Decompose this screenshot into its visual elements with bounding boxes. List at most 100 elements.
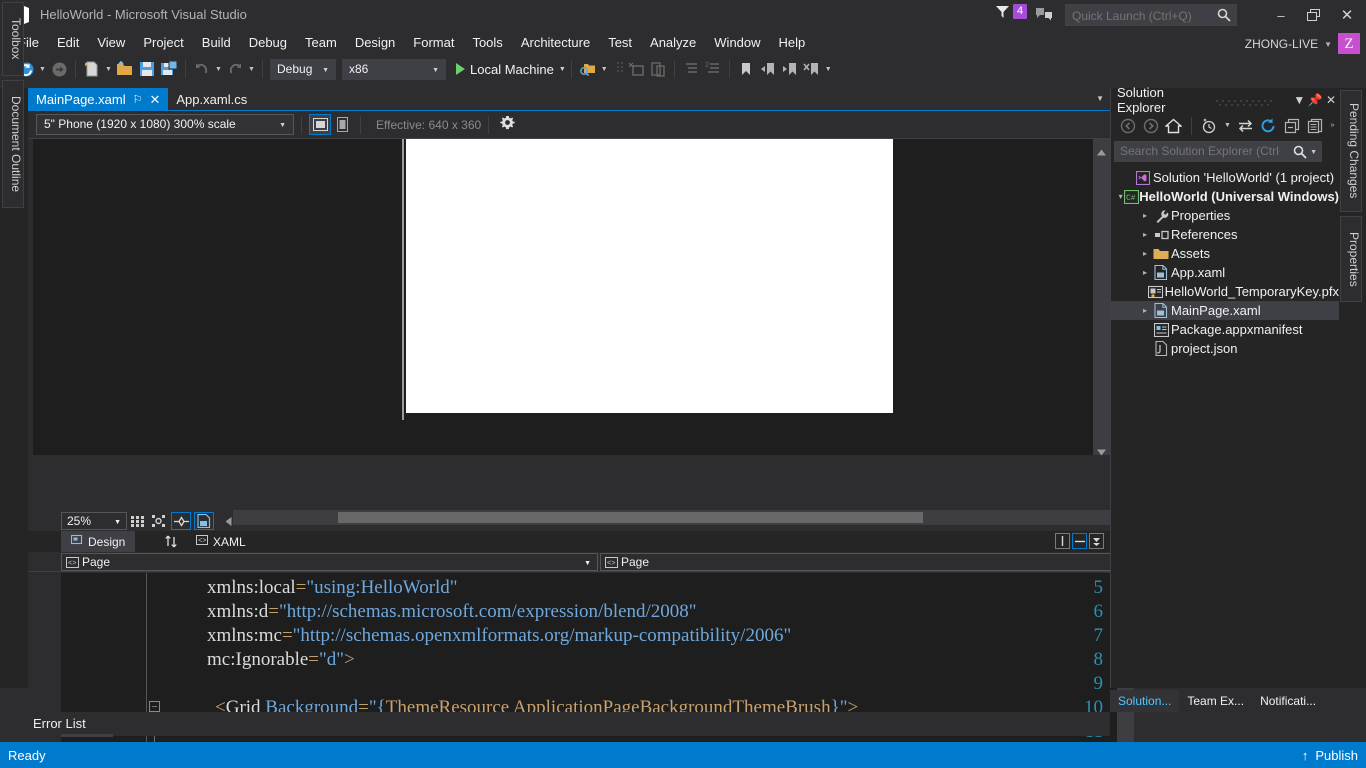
tree-item[interactable]: HelloWorld_TemporaryKey.pfx: [1111, 282, 1339, 301]
toggle-bookmark-button[interactable]: [735, 58, 757, 80]
tree-item[interactable]: project.json: [1111, 339, 1339, 358]
expander-icon[interactable]: ▸: [1139, 230, 1151, 239]
snap-to-snaplines-button[interactable]: [171, 512, 191, 530]
collapse-all-button[interactable]: [1281, 115, 1302, 136]
menu-item-project[interactable]: Project: [134, 32, 192, 53]
start-debugging-button[interactable]: Local Machine ▼: [456, 62, 566, 77]
tree-item[interactable]: ▾ C# HelloWorld (Universal Windows): [1111, 187, 1339, 206]
menu-item-architecture[interactable]: Architecture: [512, 32, 599, 53]
designer-hscroll-thumb[interactable]: [338, 512, 923, 523]
menu-item-help[interactable]: Help: [770, 32, 815, 53]
sidebar-item-toolbox[interactable]: Toolbox: [2, 2, 24, 76]
tree-item[interactable]: Package.appxmanifest: [1111, 320, 1339, 339]
pin-icon[interactable]: ⚐: [133, 93, 143, 106]
minimize-button[interactable]: –: [1268, 4, 1294, 26]
orientation-portrait-button[interactable]: [331, 114, 353, 135]
tab-team-explorer[interactable]: Team Ex...: [1179, 690, 1252, 712]
code-line[interactable]: mc:Ignorable="d">: [207, 649, 355, 671]
code-line[interactable]: xmlns:d="http://schemas.microsoft.com/ex…: [207, 601, 697, 623]
find-in-files-button[interactable]: [577, 58, 599, 80]
tree-item[interactable]: ▸ Properties: [1111, 206, 1339, 225]
close-icon[interactable]: ✕: [1323, 91, 1339, 109]
maximize-button[interactable]: [1300, 4, 1326, 26]
previous-bookmark-button[interactable]: [757, 58, 779, 80]
find-dropdown[interactable]: ▼: [599, 58, 610, 80]
solution-tree[interactable]: Solution 'HelloWorld' (1 project) ▾ C# Hell…: [1111, 168, 1339, 658]
se-toolbar-overflow[interactable]: »: [1327, 115, 1338, 137]
sidebar-item-properties[interactable]: Properties: [1340, 216, 1362, 302]
quick-launch-input[interactable]: [1072, 7, 1207, 24]
clear-bookmarks-button[interactable]: [801, 58, 823, 80]
sidebar-item-pending-changes[interactable]: Pending Changes: [1340, 90, 1362, 212]
search-input[interactable]: [1120, 144, 1280, 158]
refresh-icon[interactable]: [1258, 115, 1279, 136]
xaml-code-editor[interactable]: 5 xmlns:local="using:HelloWorld" 6 xmlns:d=…: [61, 573, 1117, 768]
designer-scroll-down-arrow[interactable]: [1096, 444, 1107, 456]
code-line[interactable]: xmlns:mc="http://schemas.openxmlformats.…: [207, 625, 791, 647]
tab-notifications[interactable]: Notificati...: [1252, 690, 1324, 712]
designer-zoom-combo[interactable]: 25% ▼: [61, 512, 127, 530]
chevron-down-icon[interactable]: ▼: [559, 66, 566, 73]
toolbar-overflow-button[interactable]: ▼: [823, 58, 834, 80]
quick-launch-box[interactable]: [1065, 4, 1237, 26]
menu-item-view[interactable]: View: [88, 32, 134, 53]
code-line[interactable]: xmlns:local="using:HelloWorld": [207, 577, 458, 599]
orientation-landscape-button[interactable]: [309, 114, 331, 135]
pin-icon[interactable]: 📌: [1307, 91, 1323, 109]
solution-explorer-search[interactable]: ▼: [1114, 141, 1322, 162]
menu-item-analyze[interactable]: Analyze: [641, 32, 705, 53]
chevron-down-icon[interactable]: ▼: [1310, 149, 1317, 156]
tab-xaml[interactable]: <> XAML: [186, 531, 256, 552]
close-icon[interactable]: ✕: [149, 92, 160, 108]
new-project-button[interactable]: [81, 58, 103, 80]
panel-drag-handle[interactable]: [1215, 95, 1285, 106]
expander-icon[interactable]: ▸: [1139, 306, 1151, 315]
publish-button[interactable]: ↑ Publish: [1302, 748, 1358, 763]
notification-flag[interactable]: 4: [995, 4, 1028, 19]
navigate-backward-dropdown[interactable]: ▼: [37, 58, 48, 80]
save-all-button[interactable]: [158, 58, 180, 80]
tree-item[interactable]: ▸ MainPage.xaml: [1111, 301, 1339, 320]
swap-panes-button[interactable]: [154, 531, 188, 552]
outline-collapse-toggle[interactable]: ‒: [149, 701, 160, 712]
menu-item-format[interactable]: Format: [404, 32, 463, 53]
menu-item-debug[interactable]: Debug: [240, 32, 296, 53]
chevron-down-icon[interactable]: ▼: [1096, 94, 1104, 103]
menu-item-window[interactable]: Window: [705, 32, 769, 53]
error-list-panel[interactable]: Error List: [28, 712, 1110, 737]
menu-item-edit[interactable]: Edit: [48, 32, 88, 53]
filter-dropdown[interactable]: ▼: [1222, 115, 1233, 137]
next-bookmark-button[interactable]: [779, 58, 801, 80]
tab-solution-explorer[interactable]: Solution...: [1110, 690, 1180, 712]
design-surface[interactable]: [28, 139, 1093, 455]
tree-item[interactable]: ▸ Assets: [1111, 244, 1339, 263]
solution-platform-combo[interactable]: x86 ▼: [342, 58, 446, 80]
tree-item[interactable]: ▸ References: [1111, 225, 1339, 244]
tab-app-xaml-cs[interactable]: App.xaml.cs: [168, 88, 255, 111]
device-selector-combo[interactable]: 5" Phone (1920 x 1080) 300% scale ▼: [36, 114, 294, 135]
home-icon[interactable]: [1163, 115, 1184, 136]
expander-icon[interactable]: ▸: [1139, 268, 1151, 277]
show-grid-button[interactable]: [128, 512, 148, 530]
expander-icon[interactable]: ▸: [1139, 249, 1151, 258]
design-page-preview[interactable]: [406, 139, 893, 413]
open-file-button[interactable]: [114, 58, 136, 80]
panel-menu-button[interactable]: ▼: [1291, 91, 1307, 109]
collapse-pane-button[interactable]: [1089, 533, 1104, 549]
navbar-member-combo[interactable]: <> Page: [600, 553, 1132, 571]
menu-item-build[interactable]: Build: [193, 32, 240, 53]
save-button[interactable]: [136, 58, 158, 80]
snap-to-gridlines-button[interactable]: [149, 512, 169, 530]
menu-item-tools[interactable]: Tools: [463, 32, 511, 53]
menu-item-team[interactable]: Team: [296, 32, 346, 53]
solution-configuration-combo[interactable]: Debug ▼: [270, 58, 336, 80]
new-project-dropdown[interactable]: ▼: [103, 58, 114, 80]
vertical-split-button[interactable]: [1055, 533, 1070, 549]
enable-project-code-button[interactable]: [194, 512, 214, 530]
close-button[interactable]: ✕: [1334, 4, 1360, 26]
tab-design[interactable]: Design: [61, 531, 136, 552]
gear-icon[interactable]: [500, 115, 515, 135]
expander-icon[interactable]: ▾: [1117, 192, 1124, 201]
expander-icon[interactable]: ▸: [1139, 211, 1151, 220]
navigate-forward-button[interactable]: [48, 58, 70, 80]
